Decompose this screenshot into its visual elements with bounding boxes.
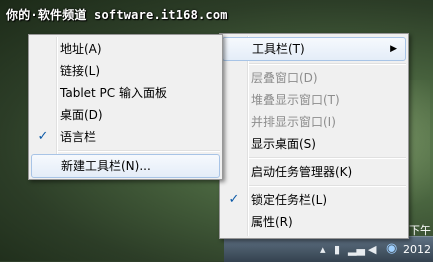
menu-item-side-by-side-label: 并排显示窗口(I) [251, 115, 336, 129]
clock-line-1[interactable]: 下午 [409, 225, 431, 237]
submenu-item-desktop[interactable]: 桌面(D) [29, 104, 222, 126]
submenu-item-links[interactable]: 链接(L) [29, 60, 222, 82]
clock-line-2[interactable]: 2012 [403, 244, 431, 256]
tray-signal-icon[interactable]: ▂▄ [348, 243, 365, 256]
tray-network-icon[interactable]: ▮ [334, 243, 340, 256]
menu-item-properties[interactable]: 属性(R) [220, 211, 408, 233]
menu-item-side-by-side[interactable]: 并排显示窗口(I) [220, 111, 408, 133]
menu-item-show-desktop[interactable]: 显示桌面(S) [220, 133, 408, 155]
menu-item-task-manager-label: 启动任务管理器(K) [251, 165, 353, 179]
taskbar[interactable]: ▴ ▮ ▂▄ ◀ ◉ 下午 2012 [224, 225, 433, 262]
menu-item-lock-taskbar[interactable]: ✓ 锁定任务栏(L) [220, 189, 408, 211]
tray-status-icon[interactable]: ◉ [386, 241, 397, 256]
submenu-item-tablet-pc[interactable]: Tablet PC 输入面板 [29, 82, 222, 104]
tray-flag-icon[interactable]: ▴ [320, 243, 326, 256]
watermark-text: 你的·软件频道 software.it168.com [6, 8, 228, 22]
submenu-item-new-toolbar-label: 新建工具栏(N)... [61, 159, 151, 173]
submenu-item-tablet-pc-label: Tablet PC 输入面板 [60, 86, 167, 100]
menu-item-stacked-label: 堆叠显示窗口(T) [251, 93, 340, 107]
submenu-item-desktop-label: 桌面(D) [60, 108, 103, 122]
checkmark-icon: ✓ [228, 192, 240, 207]
menu-item-task-manager[interactable]: 启动任务管理器(K) [220, 161, 408, 183]
submenu-item-new-toolbar[interactable]: 新建工具栏(N)... [31, 154, 220, 178]
menu-item-toolbars[interactable]: 工具栏(T) ▶ [222, 37, 406, 61]
menu-item-toolbars-label: 工具栏(T) [252, 42, 305, 56]
menu-item-properties-label: 属性(R) [251, 215, 293, 229]
submenu-item-address[interactable]: 地址(A) [29, 38, 222, 60]
menu-item-lock-taskbar-label: 锁定任务栏(L) [251, 193, 328, 207]
submenu-item-links-label: 链接(L) [60, 64, 101, 78]
submenu-arrow-icon: ▶ [390, 44, 397, 54]
tray-volume-icon[interactable]: ◀ [368, 243, 376, 256]
menu-item-cascade-label: 层叠窗口(D) [251, 71, 318, 85]
submenu-item-address-label: 地址(A) [60, 42, 102, 56]
toolbars-submenu: 地址(A) 链接(L) Tablet PC 输入面板 桌面(D) ✓ 语言栏 新… [28, 34, 223, 180]
menu-item-cascade[interactable]: 层叠窗口(D) [220, 67, 408, 89]
submenu-item-language-bar-label: 语言栏 [60, 130, 97, 144]
checkmark-icon: ✓ [37, 129, 49, 144]
taskbar-context-menu: 工具栏(T) ▶ 层叠窗口(D) 堆叠显示窗口(T) 并排显示窗口(I) 显示桌… [219, 33, 409, 239]
submenu-item-language-bar[interactable]: ✓ 语言栏 [29, 126, 222, 148]
menu-item-show-desktop-label: 显示桌面(S) [251, 137, 316, 151]
menu-item-stacked[interactable]: 堆叠显示窗口(T) [220, 89, 408, 111]
